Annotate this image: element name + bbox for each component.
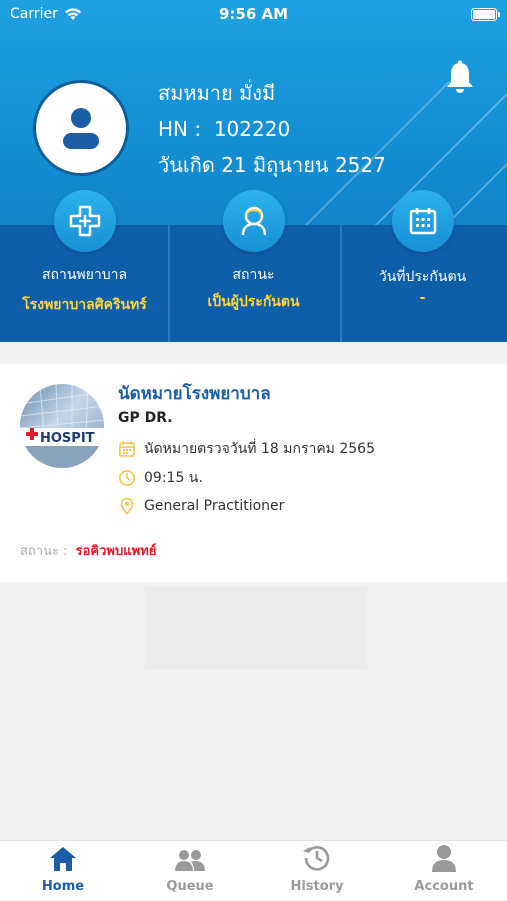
appointment-title: นัดหมายโรงพยาบาล	[118, 384, 271, 404]
profile-info: สมหมาย มั่งมี HN : 102220 วันเกิด 21 มิถ…	[158, 78, 386, 186]
tab-bar: Home Queue History Account	[0, 840, 507, 900]
menu-status-label: สถานะ	[232, 267, 275, 283]
profile-hn: HN : 102220	[158, 114, 386, 150]
battery-icon	[471, 8, 500, 21]
home-icon	[50, 847, 76, 871]
hospital-cross-icon	[69, 205, 100, 237]
menu-insured-date-circle	[391, 190, 454, 252]
appointment-department-row: General Practitioner	[118, 497, 284, 515]
tab-home[interactable]: Home	[0, 841, 126, 901]
tab-history[interactable]: History	[254, 841, 380, 901]
clock: 9:56 AM	[218, 5, 289, 23]
appointment-date: นัดหมายตรวจวันที่ 18 มกราคม 2565	[144, 441, 375, 457]
appointment-time-row: 09:15 น.	[118, 467, 203, 489]
tab-home-label: Home	[41, 879, 85, 894]
menu-status-value: เป็นผู้ประกันตน	[207, 294, 300, 310]
menu-insured-date-label: วันที่ประกันตน	[378, 269, 467, 285]
menu-insured-date-value: -	[419, 290, 426, 306]
person-icon	[241, 206, 266, 236]
menu-insured-date[interactable]: วันที่ประกันตน -	[338, 190, 507, 342]
menu-hospital[interactable]: สถานพยาบาล โรงพยาบาลศิครินทร์	[0, 190, 169, 342]
appointment-doctor: GP DR.	[118, 410, 173, 426]
appointment-status: สถานะ : รอคิวพบแพทย์	[20, 540, 156, 561]
appointment-date-row: นัดหมายตรวจวันที่ 18 มกราคม 2565	[118, 438, 375, 460]
queue-icon	[175, 850, 205, 871]
hospital-building-image: HOSPIT	[20, 384, 104, 468]
menu-hospital-value: โรงพยาบาลศิครินทร์	[22, 297, 147, 313]
clock-icon	[119, 470, 135, 486]
user-icon	[63, 108, 99, 149]
avatar[interactable]	[33, 80, 129, 176]
menu-status-circle	[222, 190, 285, 252]
menu-status[interactable]: สถานะ เป็นผู้ประกันตน	[169, 190, 338, 342]
calendar-icon	[119, 441, 135, 457]
tab-queue-label: Queue	[166, 879, 214, 894]
appointment-time: 09:15 น.	[144, 470, 203, 486]
profile-name: สมหมาย มั่งมี	[158, 81, 276, 105]
hn-label: HN :	[158, 117, 202, 141]
history-icon	[303, 846, 330, 871]
hn-value: 102220	[213, 117, 291, 141]
placeholder-block	[145, 587, 367, 669]
hospital-logo: HOSPIT	[20, 384, 104, 468]
notification-button[interactable]	[444, 60, 476, 94]
appointment-department: General Practitioner	[144, 498, 285, 514]
tab-queue[interactable]: Queue	[127, 841, 253, 901]
logo-lettering: HOSPIT	[40, 431, 95, 446]
tab-history-label: History	[290, 879, 344, 894]
tab-account[interactable]: Account	[381, 841, 507, 901]
profile-birthdate: วันเกิด 21 มิถุนายน 2527	[158, 153, 386, 177]
location-pin-icon	[120, 497, 134, 515]
account-icon	[432, 845, 456, 872]
status-value: รอคิวพบแพทย์	[75, 544, 157, 559]
tab-account-label: Account	[414, 879, 474, 894]
menu-hospital-label: สถานพยาบาล	[41, 267, 128, 283]
profile-header: Carrier 9:56 AM สมหมาย มั่งมี HN : 10222…	[0, 0, 507, 342]
status-bar: Carrier 9:56 AM	[0, 0, 507, 30]
appointment-card[interactable]: HOSPIT นัดหมายโรงพยาบาล GP DR. นัดหมายตร…	[0, 364, 507, 582]
bell-icon	[447, 60, 473, 93]
calendar-icon	[409, 208, 436, 235]
status-label: สถานะ :	[20, 544, 68, 559]
menu-hospital-circle	[53, 190, 116, 252]
